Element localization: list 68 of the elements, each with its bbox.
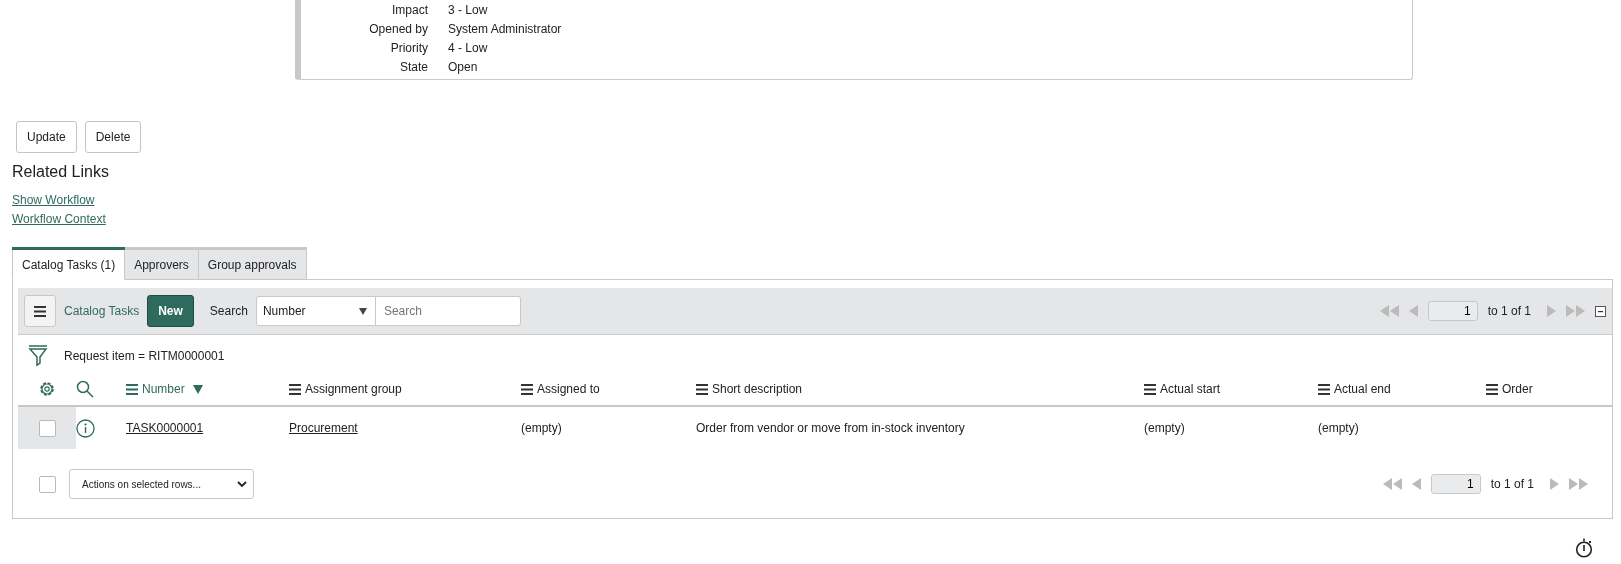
menu-icon (289, 383, 301, 395)
previous-page-icon[interactable] (1408, 305, 1418, 317)
field-value: Open (448, 59, 478, 74)
menu-icon (34, 305, 46, 317)
last-page-icon[interactable] (1566, 305, 1585, 317)
search-icon[interactable] (76, 380, 94, 398)
field-label: State (398, 59, 429, 74)
settings-icon[interactable] (38, 380, 56, 398)
field-label: Opened by (368, 21, 429, 36)
field-value: 4 - Low (448, 40, 488, 55)
collapse-icon[interactable] (1595, 305, 1606, 317)
menu-icon (521, 383, 533, 395)
new-button[interactable]: New (147, 295, 194, 327)
tab[interactable]: Approvers (125, 250, 199, 280)
column-header[interactable]: Assignment group (289, 382, 402, 396)
info-icon[interactable] (76, 418, 95, 438)
filter-condition[interactable]: Request item = RITM0000001 (64, 349, 225, 363)
tab[interactable]: Catalog Tasks (1) (12, 250, 126, 280)
next-page-icon[interactable] (1550, 478, 1559, 490)
page-range: to 1 of 1 (1487, 304, 1531, 318)
select-all-checkbox[interactable] (38, 475, 56, 493)
menu-icon (1318, 383, 1330, 395)
table-cell: Order from vendor or move from in-stock inventory (696, 421, 965, 435)
column-header[interactable]: Order (1486, 382, 1533, 396)
field-label: Priority (389, 40, 429, 55)
column-header[interactable]: Actual end (1318, 382, 1391, 396)
menu-icon (1144, 383, 1156, 395)
menu-icon (696, 383, 708, 395)
section-title: Related Links (12, 163, 110, 181)
field-value: System Administrator (448, 21, 562, 36)
record-link[interactable]: Procurement (289, 421, 358, 435)
column-header[interactable]: Actual start (1144, 382, 1221, 396)
row-checkbox[interactable] (38, 419, 56, 437)
column-header[interactable]: Short description (696, 382, 803, 396)
first-page-icon[interactable] (1379, 305, 1399, 317)
chevron-down-icon (237, 480, 247, 488)
page-range: to 1 of 1 (1490, 477, 1534, 491)
search-field[interactable]: Search (375, 296, 521, 326)
previous-page-icon[interactable] (1411, 478, 1421, 490)
sort-descending-icon (192, 384, 203, 394)
dropdown-arrow-icon (358, 307, 367, 315)
tab[interactable]: Group approvals (198, 250, 307, 280)
action-button[interactable]: Update (16, 121, 77, 153)
table-cell: (empty) (1318, 421, 1359, 435)
field-label: Impact (391, 2, 429, 17)
menu-icon (126, 383, 138, 395)
page-field[interactable]: 1 (1427, 301, 1478, 321)
action-button[interactable]: Delete (84, 121, 142, 153)
last-page-icon[interactable] (1569, 478, 1588, 490)
search-label: Search (209, 304, 248, 318)
next-page-icon[interactable] (1547, 305, 1556, 317)
first-page-icon[interactable] (1382, 478, 1402, 490)
field-value: 3 - Low (448, 2, 488, 17)
table-cell: (empty) (1144, 421, 1185, 435)
menu-icon (1486, 383, 1498, 395)
record-link[interactable]: TASK0000001 (126, 421, 204, 435)
list-title[interactable]: Catalog Tasks (64, 304, 140, 318)
related-link[interactable]: Workflow Context (12, 212, 106, 226)
menu-button[interactable] (24, 295, 56, 327)
actions-select[interactable]: Actions on selected rows... (69, 469, 254, 499)
page-field[interactable]: 1 (1430, 474, 1481, 494)
related-link[interactable]: Show Workflow (12, 193, 95, 207)
stopwatch-icon[interactable] (1575, 538, 1593, 558)
column-header[interactable]: Assigned to (521, 382, 600, 396)
search-column-select[interactable]: Number (255, 296, 376, 326)
column-header[interactable]: Number (126, 382, 203, 396)
table-cell: (empty) (521, 421, 562, 435)
filter-icon[interactable] (28, 345, 48, 367)
